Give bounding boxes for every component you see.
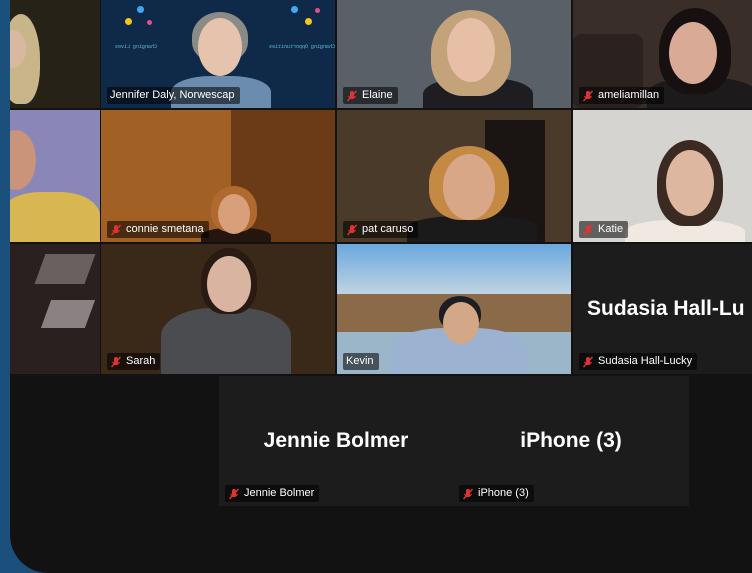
- background-logo-left: Changing Lives: [115, 44, 158, 50]
- video-tile-elaine[interactable]: Elaine: [337, 0, 571, 108]
- video-tile-kevin[interactable]: Kevin: [337, 244, 571, 374]
- decor-dot: [305, 18, 312, 25]
- participant-face: [10, 130, 36, 190]
- decor-dot: [291, 6, 298, 13]
- participant-face: [198, 18, 242, 76]
- video-tile-partial-3[interactable]: [10, 244, 100, 374]
- name-label-elaine: Elaine: [343, 87, 398, 104]
- video-tile-partial-2[interactable]: [10, 110, 100, 242]
- participant-face: [207, 256, 251, 312]
- participant-name: ameliamillan: [598, 89, 660, 101]
- name-label-sudasia: Sudasia Hall-Lucky: [579, 353, 698, 370]
- participant-name: Kevin: [346, 355, 374, 367]
- name-label-jennie: Jennie Bolmer: [225, 485, 320, 502]
- video-tile-amelia[interactable]: ameliamillan: [573, 0, 752, 108]
- mic-off-icon: [582, 224, 594, 235]
- participant-face: [218, 194, 250, 234]
- video-tile-jennifer[interactable]: Changing Lives Changing Opportunities Je…: [101, 0, 335, 108]
- sky-gradient: [337, 244, 571, 298]
- decor-dot: [137, 6, 144, 13]
- participant-name: Jennie Bolmer: [244, 487, 315, 499]
- participant-name: Elaine: [362, 89, 393, 101]
- ceiling-panel: [34, 254, 96, 284]
- participant-face: [669, 22, 717, 84]
- video-tile-katie[interactable]: Katie: [573, 110, 752, 242]
- decor-dot: [125, 18, 132, 25]
- video-tile-iphone[interactable]: iPhone (3) iPhone (3): [453, 376, 689, 506]
- video-tile-jennie[interactable]: Jennie Bolmer Jennie Bolmer: [219, 376, 453, 506]
- name-label-amelia: ameliamillan: [579, 87, 665, 104]
- participant-big-name: iPhone (3): [520, 429, 622, 452]
- mic-off-icon: [110, 224, 122, 235]
- participant-body: [161, 308, 291, 374]
- mic-off-icon: [582, 356, 594, 367]
- video-tile-sudasia[interactable]: Sudasia Hall-Lu Sudasia Hall-Lucky: [573, 244, 752, 374]
- participant-face: [666, 150, 714, 216]
- participant-body: [10, 192, 100, 242]
- mic-off-icon: [228, 488, 240, 499]
- name-label-jennifer: Jennifer Daly, Norwescap: [107, 87, 240, 104]
- decor-dot: [315, 8, 320, 13]
- participant-name: Jennifer Daly, Norwescap: [110, 89, 235, 101]
- participant-name: Sudasia Hall-Lucky: [598, 355, 693, 367]
- video-tile-connie[interactable]: connie smetana: [101, 110, 335, 242]
- name-label-iphone: iPhone (3): [459, 485, 534, 502]
- participant-name: Katie: [598, 223, 624, 235]
- participant-face: [443, 302, 479, 344]
- ceiling-panel: [40, 300, 96, 328]
- participant-name: Sarah: [126, 355, 156, 367]
- participant-face: [447, 18, 495, 82]
- participant-name: pat caruso: [362, 223, 414, 235]
- mic-off-icon: [346, 90, 358, 101]
- name-label-pat: pat caruso: [343, 221, 419, 238]
- mic-off-icon: [582, 90, 594, 101]
- mic-off-icon: [346, 224, 358, 235]
- background-logo-right: Changing Opportunities: [268, 44, 335, 50]
- participant-big-name: Jennie Bolmer: [263, 429, 409, 452]
- name-label-katie: Katie: [579, 221, 629, 238]
- decor-dot: [147, 20, 152, 25]
- video-gallery: Changing Lives Changing Opportunities Je…: [10, 0, 752, 573]
- participant-name: iPhone (3): [478, 487, 529, 499]
- mic-off-icon: [462, 488, 474, 499]
- participant-big-name: Sudasia Hall-Lu: [587, 297, 745, 320]
- name-label-kevin: Kevin: [343, 353, 379, 370]
- mic-off-icon: [110, 356, 122, 367]
- participant-name: connie smetana: [126, 223, 204, 235]
- name-label-sarah: Sarah: [107, 353, 161, 370]
- video-tile-sarah[interactable]: Sarah: [101, 244, 335, 374]
- video-tile-pat[interactable]: pat caruso: [337, 110, 571, 242]
- name-label-connie: connie smetana: [107, 221, 209, 238]
- participant-face: [443, 154, 495, 220]
- video-tile-partial-1[interactable]: [10, 0, 100, 108]
